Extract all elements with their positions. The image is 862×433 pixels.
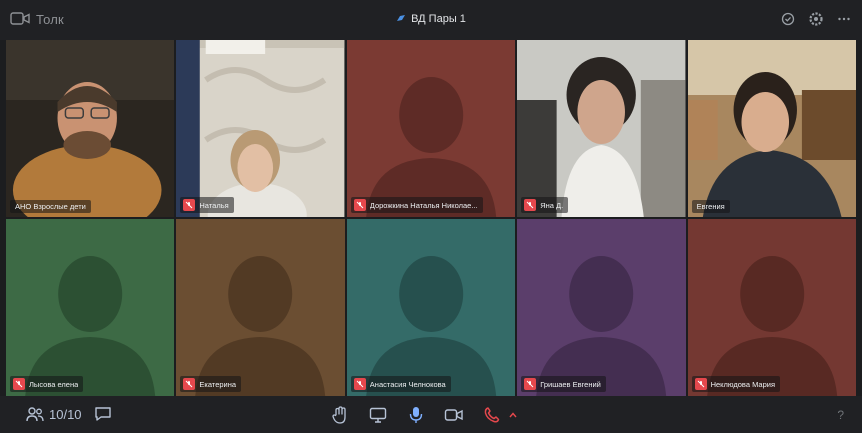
participant-name: Гришаев Евгений [540, 379, 601, 389]
participant-tile[interactable]: Лысова елена [6, 219, 175, 396]
participant-name: Лысова елена [29, 379, 79, 389]
end-call-button[interactable] [482, 405, 502, 425]
mic-muted-icon [183, 199, 196, 211]
video-grid: АНО Взрослые дети Наталья Дорожкина Ната… [6, 40, 856, 396]
meeting-title-group: ВД Пары 1 [0, 13, 862, 25]
mic-muted-icon [524, 199, 537, 211]
avatar-placeholder-icon [176, 219, 345, 396]
avatar-placeholder-icon [687, 219, 856, 396]
participant-tile[interactable]: Гришаев Евгений [517, 219, 686, 396]
settings-button[interactable] [808, 11, 824, 27]
camera-icon [444, 409, 463, 421]
video-feed [176, 40, 345, 217]
call-controls [330, 405, 518, 425]
participant-tile[interactable]: Екатерина [176, 219, 345, 396]
avatar-placeholder-icon [6, 219, 175, 396]
chat-button[interactable] [94, 406, 112, 427]
mic-muted-icon [353, 199, 366, 211]
participant-name-tag: АНО Взрослые дети [10, 200, 91, 213]
microphone-button[interactable] [406, 405, 426, 425]
participant-name-tag: Дорожкина Наталья Николае... [350, 197, 483, 213]
participant-tile[interactable]: Наталья [176, 40, 345, 217]
video-feed [687, 40, 856, 217]
top-bar: Толк ВД Пары 1 [0, 0, 862, 40]
participants-button[interactable]: 10/10 [26, 406, 82, 422]
bottom-bar: 10/10 ? [0, 396, 862, 433]
participant-name: Наталья [199, 200, 229, 210]
participant-tile[interactable]: АНО Взрослые дети [6, 40, 175, 217]
screen-share-icon [369, 407, 387, 423]
help-button[interactable]: ? [837, 408, 844, 422]
participant-tile[interactable]: Евгения [687, 40, 856, 217]
participant-name-tag: Екатерина [180, 376, 242, 392]
more-icon [838, 17, 850, 21]
security-button[interactable] [780, 11, 796, 27]
screen-share-button[interactable] [368, 405, 388, 425]
avatar-placeholder-icon [346, 219, 516, 396]
camera-button[interactable] [444, 405, 464, 425]
participant-tile[interactable]: Яна Д. [517, 40, 686, 217]
participant-name: Екатерина [199, 379, 237, 389]
participant-name-tag: Лысова елена [10, 376, 84, 392]
participant-name: Яна Д. [540, 200, 564, 210]
shield-icon [781, 12, 795, 26]
chat-icon [95, 407, 111, 421]
end-call-icon [484, 407, 500, 423]
top-right-controls [780, 11, 852, 27]
participant-name-tag: Евгения [691, 200, 730, 213]
participant-name: Неклюдова Мария [710, 379, 776, 389]
mic-muted-icon [13, 378, 25, 390]
microphone-icon [409, 407, 423, 423]
chevron-up-icon [509, 412, 517, 418]
gear-icon [809, 12, 823, 26]
participant-name-tag: Яна Д. [521, 197, 569, 213]
avatar-placeholder-icon [346, 40, 516, 217]
raise-hand-icon [332, 406, 346, 424]
mic-muted-icon [694, 378, 707, 390]
raise-hand-button[interactable] [330, 405, 350, 425]
avatar-placeholder-icon [517, 219, 686, 396]
meeting-title: ВД Пары 1 [411, 13, 466, 25]
participant-name-tag: Анастасия Челнокова [350, 376, 451, 392]
participants-icon [26, 407, 44, 422]
meeting-icon [397, 15, 406, 21]
more-button[interactable] [836, 11, 852, 27]
participant-name: Евгения [696, 202, 725, 211]
participant-name: Дорожкина Наталья Николае... [369, 200, 478, 210]
mic-muted-icon [353, 378, 366, 390]
participant-tile[interactable]: Дорожкина Наталья Николае... [346, 40, 516, 217]
participant-name-tag: Гришаев Евгений [521, 376, 606, 392]
participant-name: Анастасия Челнокова [369, 379, 446, 389]
video-feed [517, 40, 686, 217]
participants-count: 10/10 [49, 406, 82, 422]
participant-name: АНО Взрослые дети [15, 202, 86, 211]
mic-muted-icon [183, 378, 196, 390]
participant-tile[interactable]: Анастасия Челнокова [346, 219, 516, 396]
participant-name-tag: Неклюдова Мария [691, 376, 781, 392]
video-feed [6, 40, 175, 217]
participant-tile[interactable]: Неклюдова Мария [687, 219, 856, 396]
mic-muted-icon [524, 378, 537, 390]
end-call-options-button[interactable] [508, 405, 518, 425]
participant-name-tag: Наталья [180, 197, 234, 213]
